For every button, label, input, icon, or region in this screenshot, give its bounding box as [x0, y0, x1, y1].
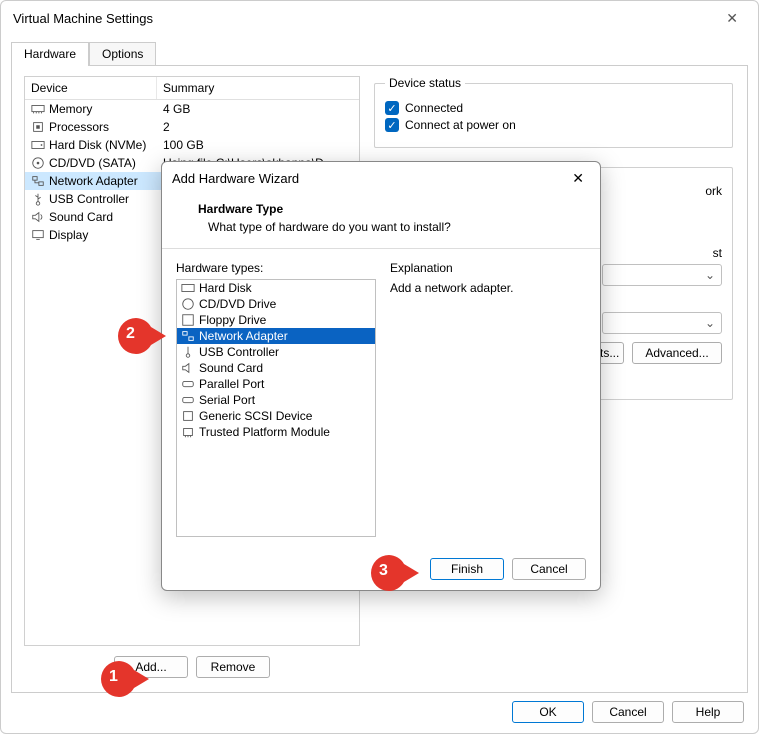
device-label: Network Adapter: [49, 174, 138, 188]
device-row-memory[interactable]: Memory 4 GB: [25, 100, 359, 118]
device-label: Hard Disk (NVMe): [49, 138, 146, 152]
finish-button[interactable]: Finish: [430, 558, 504, 580]
network-icon: [181, 329, 195, 343]
disc-icon: [181, 297, 195, 311]
device-status-legend: Device status: [385, 76, 465, 90]
display-icon: [31, 228, 45, 242]
wizard-title: Add Hardware Wizard: [172, 171, 566, 186]
hardware-types-list[interactable]: Hard Disk CD/DVD Drive Floppy Drive Netw…: [176, 279, 376, 537]
scsi-icon: [181, 409, 195, 423]
hw-item-label: Trusted Platform Module: [199, 425, 330, 439]
device-row-processors[interactable]: Processors 2: [25, 118, 359, 136]
chevron-down-icon: ⌄: [705, 316, 715, 330]
help-button[interactable]: Help: [672, 701, 744, 723]
window-title: Virtual Machine Settings: [13, 11, 718, 26]
device-label: Memory: [49, 102, 92, 116]
device-table-header: Device Summary: [25, 77, 359, 100]
harddisk-icon: [181, 281, 195, 295]
hw-item-label: Network Adapter: [199, 329, 288, 343]
device-summary: 4 GB: [157, 101, 359, 117]
tab-strip: Hardware Options: [1, 41, 758, 65]
col-device: Device: [25, 77, 157, 99]
cancel-button[interactable]: Cancel: [592, 701, 664, 723]
chevron-down-icon: ⌄: [705, 268, 715, 282]
hw-item-sound[interactable]: Sound Card: [177, 360, 375, 376]
advanced-button[interactable]: Advanced...: [632, 342, 722, 364]
device-row-harddisk[interactable]: Hard Disk (NVMe) 100 GB: [25, 136, 359, 154]
connect-poweron-checkbox[interactable]: ✓ Connect at power on: [385, 118, 722, 132]
combobox[interactable]: ⌄: [602, 264, 722, 286]
tab-hardware[interactable]: Hardware: [11, 42, 89, 66]
explanation-text: Add a network adapter.: [390, 281, 586, 295]
hw-item-serial[interactable]: Serial Port: [177, 392, 375, 408]
hw-item-floppy[interactable]: Floppy Drive: [177, 312, 375, 328]
wizard-header: Hardware Type What type of hardware do y…: [162, 194, 600, 249]
hw-item-cddvd[interactable]: CD/DVD Drive: [177, 296, 375, 312]
port-icon: [181, 393, 195, 407]
device-summary: 2: [157, 119, 359, 135]
device-label: Sound Card: [49, 210, 113, 224]
disc-icon: [31, 156, 45, 170]
hw-item-scsi[interactable]: Generic SCSI Device: [177, 408, 375, 424]
hw-item-label: CD/DVD Drive: [199, 297, 276, 311]
network-icon: [31, 174, 45, 188]
usb-icon: [181, 345, 195, 359]
poweron-label: Connect at power on: [405, 118, 516, 132]
hw-item-label: Parallel Port: [199, 377, 264, 391]
add-hardware-wizard: Add Hardware Wizard ✕ Hardware Type What…: [161, 161, 601, 591]
close-icon[interactable]: ✕: [718, 6, 746, 31]
ok-button[interactable]: OK: [512, 701, 584, 723]
checkmark-icon: ✓: [385, 101, 399, 115]
harddisk-icon: [31, 138, 45, 152]
hw-item-usb[interactable]: USB Controller: [177, 344, 375, 360]
explanation-label: Explanation: [390, 261, 586, 275]
combobox[interactable]: ⌄: [602, 312, 722, 334]
add-device-button[interactable]: Add...: [114, 656, 188, 678]
close-icon[interactable]: ✕: [566, 168, 590, 189]
device-label: Display: [49, 228, 88, 242]
sound-icon: [31, 210, 45, 224]
remove-device-button[interactable]: Remove: [196, 656, 270, 678]
dialog-buttons: OK Cancel Help: [512, 701, 744, 723]
wizard-heading: Hardware Type: [198, 202, 580, 216]
port-icon: [181, 377, 195, 391]
device-summary: 100 GB: [157, 137, 359, 153]
tab-options[interactable]: Options: [89, 42, 156, 66]
hw-item-tpm[interactable]: Trusted Platform Module: [177, 424, 375, 440]
hw-item-parallel[interactable]: Parallel Port: [177, 376, 375, 392]
sound-icon: [181, 361, 195, 375]
cpu-icon: [31, 120, 45, 134]
hw-item-label: Hard Disk: [199, 281, 252, 295]
device-label: USB Controller: [49, 192, 129, 206]
window-titlebar: Virtual Machine Settings ✕: [1, 1, 758, 37]
col-summary: Summary: [157, 77, 359, 99]
wizard-cancel-button[interactable]: Cancel: [512, 558, 586, 580]
device-label: CD/DVD (SATA): [49, 156, 136, 170]
wizard-titlebar: Add Hardware Wizard ✕: [162, 162, 600, 194]
hw-item-label: USB Controller: [199, 345, 279, 359]
hw-item-network[interactable]: Network Adapter: [177, 328, 375, 344]
hw-item-label: Serial Port: [199, 393, 255, 407]
memory-icon: [31, 102, 45, 116]
usb-icon: [31, 192, 45, 206]
checkmark-icon: ✓: [385, 118, 399, 132]
connected-label: Connected: [405, 101, 463, 115]
hw-item-label: Generic SCSI Device: [199, 409, 312, 423]
device-status-group: Device status ✓ Connected ✓ Connect at p…: [374, 76, 733, 148]
tpm-icon: [181, 425, 195, 439]
hw-item-harddisk[interactable]: Hard Disk: [177, 280, 375, 296]
connected-checkbox[interactable]: ✓ Connected: [385, 101, 722, 115]
hardware-types-label: Hardware types:: [176, 261, 376, 275]
hw-item-label: Sound Card: [199, 361, 263, 375]
hw-item-label: Floppy Drive: [199, 313, 266, 327]
device-label: Processors: [49, 120, 109, 134]
wizard-subheading: What type of hardware do you want to ins…: [208, 220, 580, 234]
floppy-icon: [181, 313, 195, 327]
